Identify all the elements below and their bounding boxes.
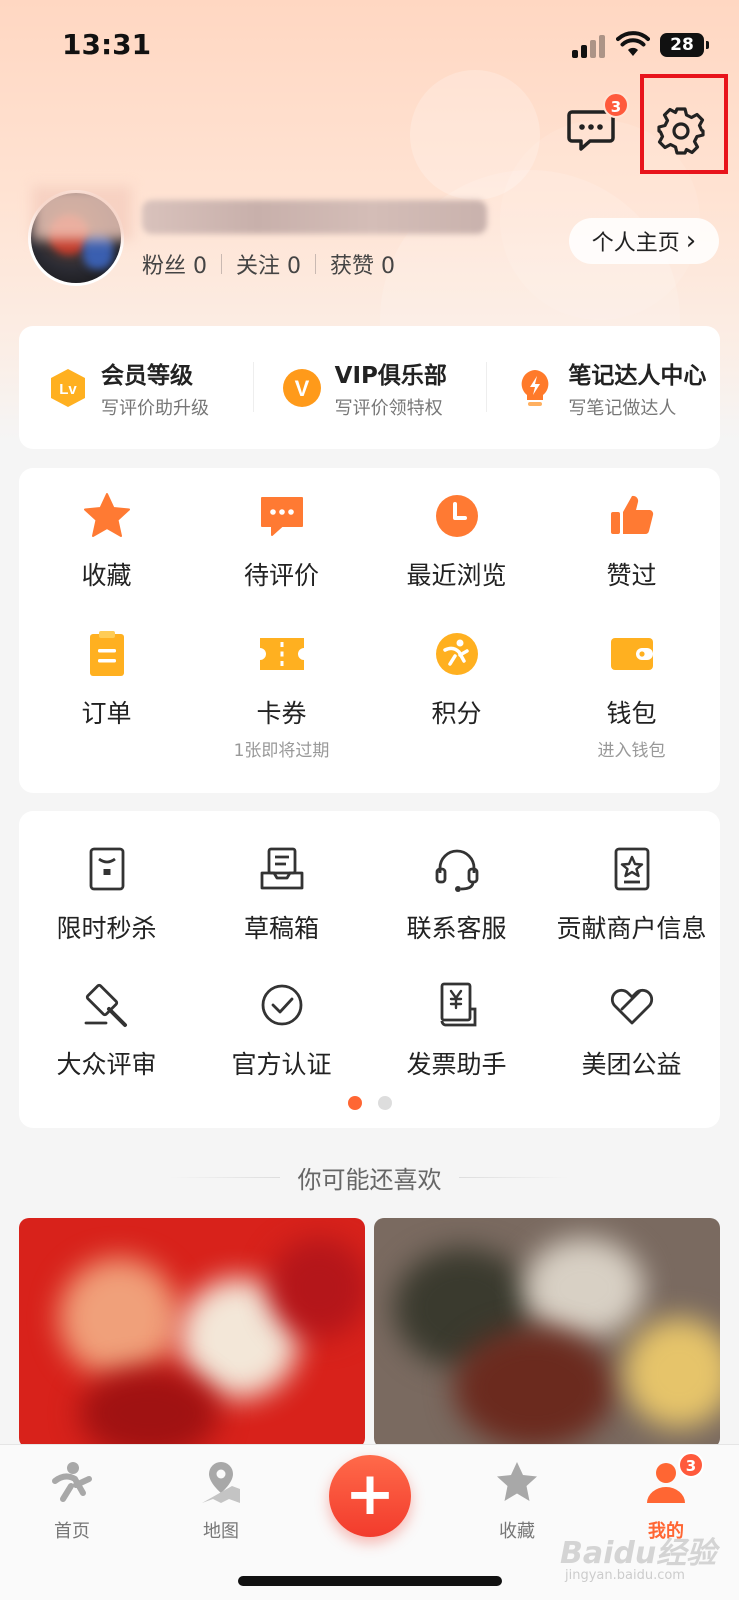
stat-following[interactable]: 关注 0 bbox=[236, 248, 301, 280]
grid-item-customer-service[interactable]: 联系客服 bbox=[369, 843, 544, 945]
grid-item-public-review[interactable]: 大众评审 bbox=[19, 979, 194, 1081]
vip-club-item[interactable]: V VIP俱乐部 写评价领特权 bbox=[252, 356, 487, 420]
wallet-icon bbox=[610, 638, 653, 670]
coupon-expiry-note: 1张即将过期 bbox=[233, 741, 330, 761]
grid-item-drafts[interactable]: 草稿箱 bbox=[194, 843, 369, 945]
avatar-blur bbox=[32, 186, 132, 240]
message-badge: 3 bbox=[603, 92, 629, 118]
charity-icon bbox=[610, 988, 653, 1025]
mine-tab-badge: 3 bbox=[678, 1452, 704, 1478]
stat-fans[interactable]: 粉丝 0 bbox=[142, 248, 207, 280]
tab-map[interactable]: 地图 bbox=[171, 1459, 271, 1543]
gavel-icon bbox=[84, 983, 127, 1027]
vip-club-title: VIP俱乐部 bbox=[334, 362, 447, 389]
grid-item-flash-sale[interactable]: 限时秒杀 bbox=[19, 843, 194, 945]
favorites-icon bbox=[497, 1462, 537, 1501]
home-indicator bbox=[238, 1576, 502, 1586]
wifi-icon bbox=[616, 31, 650, 56]
thumbs-up-icon bbox=[610, 495, 653, 535]
tab-favorites[interactable]: 收藏 bbox=[467, 1459, 567, 1543]
note-expert-title: 笔记达人中心 bbox=[568, 362, 707, 389]
personal-homepage-button[interactable]: 个人主页 › bbox=[569, 218, 719, 264]
more-services-card: 限时秒杀 草稿箱 联系客服 贡献商户信息 大众评审 官方认证 发票助手 美团公益 bbox=[19, 811, 720, 1128]
page-dot[interactable] bbox=[377, 1096, 392, 1110]
drafts-icon bbox=[260, 847, 303, 890]
star-icon bbox=[83, 493, 130, 537]
grid-item-favorites[interactable]: 收藏 bbox=[19, 490, 194, 592]
my-services-card: 收藏 待评价 最近浏览 赞过 订单 卡券 1张即将过期 积分 钱包 进入钱包 bbox=[19, 468, 720, 793]
map-icon bbox=[202, 1462, 240, 1503]
grid-item-pending-review[interactable]: 待评价 bbox=[194, 490, 369, 592]
grid-item-official-verify[interactable]: 官方认证 bbox=[194, 979, 369, 1081]
invoice-icon bbox=[440, 982, 476, 1027]
username-blurred bbox=[142, 200, 487, 234]
ticket-icon bbox=[259, 638, 304, 670]
comment-icon bbox=[260, 497, 303, 536]
chevron-right-icon: › bbox=[685, 226, 697, 256]
grid-item-charity[interactable]: 美团公益 bbox=[544, 979, 719, 1081]
watermark-url: jingyan.baidu.com bbox=[565, 1568, 685, 1583]
watermark: Baidu经验 bbox=[560, 1536, 717, 1571]
signal-icon bbox=[572, 34, 608, 58]
vip-badge-icon: V bbox=[282, 368, 321, 407]
recommend-card-image[interactable] bbox=[19, 1218, 365, 1448]
home-icon bbox=[52, 1462, 92, 1502]
stat-likes[interactable]: 获赞 0 bbox=[330, 248, 395, 280]
page-dot-active[interactable] bbox=[347, 1096, 362, 1110]
bulb-icon bbox=[521, 369, 549, 406]
member-level-subtitle: 写评价助升级 bbox=[101, 397, 209, 419]
recommend-card-image[interactable] bbox=[374, 1218, 720, 1448]
points-icon bbox=[435, 633, 478, 675]
add-post-button[interactable]: + bbox=[329, 1455, 411, 1537]
svg-text:Lv: Lv bbox=[59, 381, 77, 398]
tab-home[interactable]: 首页 bbox=[22, 1459, 122, 1543]
grid-item-contribute-merchant[interactable]: 贡献商户信息 bbox=[544, 843, 719, 945]
profile-stats: 粉丝 0 关注 0 获赞 0 bbox=[142, 248, 395, 280]
grid-item-orders[interactable]: 订单 bbox=[19, 628, 194, 761]
grid-item-points[interactable]: 积分 bbox=[369, 628, 544, 761]
order-icon bbox=[89, 631, 124, 676]
grid-item-invoice[interactable]: 发票助手 bbox=[369, 979, 544, 1081]
member-level-title: 会员等级 bbox=[101, 362, 193, 389]
status-time: 13:31 bbox=[62, 28, 152, 61]
recommend-section-title: 你可能还喜欢 bbox=[0, 1160, 739, 1195]
flash-sale-icon bbox=[89, 847, 124, 891]
note-expert-item[interactable]: 笔记达人中心 写笔记做达人 bbox=[486, 356, 720, 420]
battery-icon: 28 bbox=[660, 33, 709, 57]
clock-icon bbox=[435, 495, 478, 537]
verified-icon bbox=[261, 984, 302, 1026]
page-indicator bbox=[19, 1096, 720, 1110]
lv-badge-icon: Lv bbox=[51, 368, 85, 407]
vip-club-subtitle: 写评价领特权 bbox=[334, 397, 443, 419]
grid-item-liked[interactable]: 赞过 bbox=[544, 490, 719, 592]
headset-icon bbox=[435, 849, 478, 892]
member-level-item[interactable]: Lv 会员等级 写评价助升级 bbox=[19, 356, 253, 420]
svg-text:V: V bbox=[294, 376, 309, 401]
merchant-icon bbox=[614, 847, 649, 891]
grid-item-recent[interactable]: 最近浏览 bbox=[369, 490, 544, 592]
settings-gear-icon[interactable] bbox=[656, 106, 706, 156]
status-bar: 13:31 28 bbox=[0, 0, 739, 95]
grid-item-coupons[interactable]: 卡券 1张即将过期 bbox=[194, 628, 369, 761]
grid-item-wallet[interactable]: 钱包 进入钱包 bbox=[544, 628, 719, 761]
wallet-subtitle: 进入钱包 bbox=[597, 741, 666, 761]
note-expert-subtitle: 写笔记做达人 bbox=[568, 397, 677, 419]
member-card: Lv 会员等级 写评价助升级 V VIP俱乐部 写评价领特权 笔记达人中心 写笔… bbox=[19, 326, 720, 449]
